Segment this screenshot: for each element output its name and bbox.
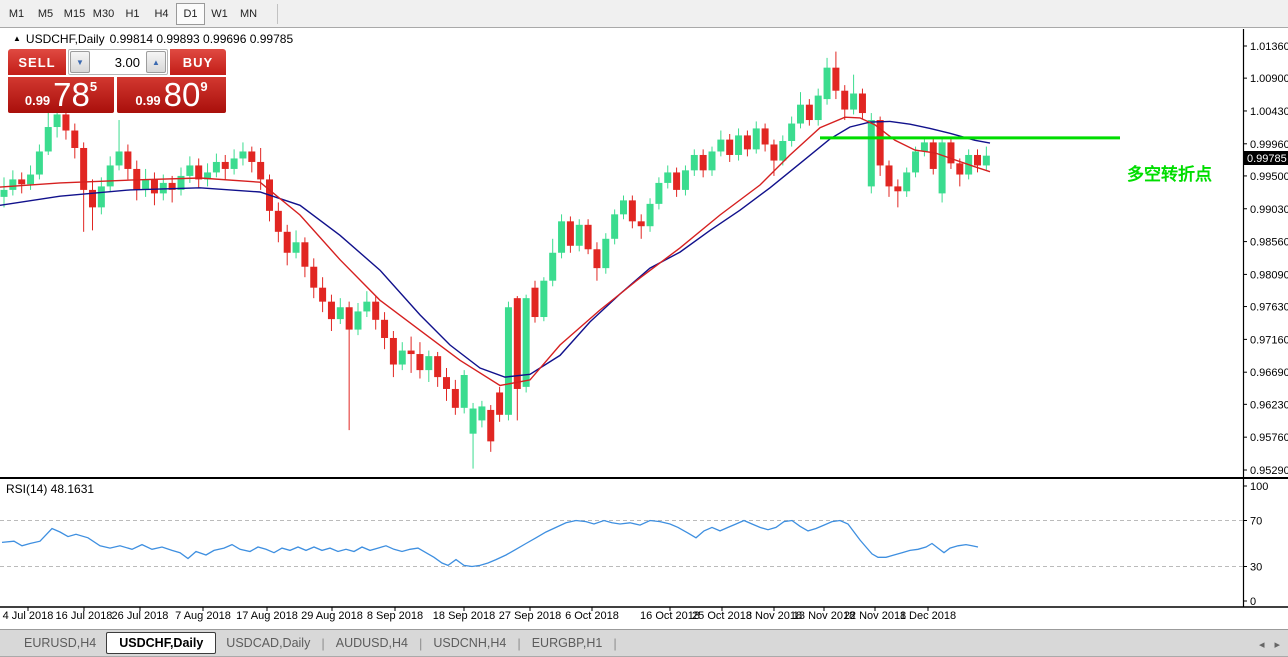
timeframe-m5[interactable]: M5: [31, 3, 60, 25]
toolbar-separator: [277, 4, 278, 24]
tab-separator: |: [613, 636, 616, 651]
price-chart-svg[interactable]: 1.013601.009001.004300.999600.995000.990…: [0, 28, 1288, 629]
svg-text:100: 100: [1250, 481, 1268, 493]
chart-symbol-period: USDCHF,Daily: [26, 32, 105, 46]
chart-ohlc-values: 0.99814 0.99893 0.99696 0.99785: [110, 32, 294, 46]
sell-button[interactable]: SELL: [8, 49, 66, 75]
svg-text:30: 30: [1250, 562, 1262, 574]
tab-usdcnh-h4[interactable]: USDCNH,H4: [423, 632, 516, 654]
date-axis: 4 Jul 201816 Jul 201826 Jul 2018 7 Aug 20…: [3, 607, 957, 622]
lot-decrease-button[interactable]: ▼: [70, 51, 90, 73]
tab-scroll-left-icon[interactable]: ◂: [1259, 638, 1265, 651]
svg-text:0.98560: 0.98560: [1250, 237, 1288, 249]
buy-price-small: 0.99: [135, 93, 160, 108]
collapse-triangle-icon[interactable]: ▲: [13, 34, 21, 43]
tab-audusd-h4[interactable]: AUDUSD,H4: [326, 632, 418, 654]
svg-text:70: 70: [1250, 516, 1262, 528]
svg-text:0.96230: 0.96230: [1250, 399, 1288, 411]
rsi-indicator-label: RSI(14) 48.1631: [6, 482, 94, 496]
annotation-text[interactable]: 多空转折点: [1127, 160, 1212, 185]
svg-text:0.96690: 0.96690: [1250, 367, 1288, 379]
timeframe-w1[interactable]: W1: [205, 3, 234, 25]
chart-tabbar: EURUSD,H4USDCHF,DailyUSDCAD,Daily|AUDUSD…: [0, 629, 1288, 657]
mt4-window: M1M5M15M30H1H4D1W1MN 1.01360 1.00900 1.004…: [0, 0, 1288, 657]
svg-text:25 Oct 2018: 25 Oct 2018: [692, 610, 752, 622]
timeframe-d1[interactable]: D1: [176, 3, 205, 25]
svg-text:0: 0: [1250, 596, 1256, 608]
tab-usdchf-daily[interactable]: USDCHF,Daily: [106, 632, 216, 654]
svg-text:1.00900: 1.00900: [1250, 73, 1288, 85]
tab-usdcad-daily[interactable]: USDCAD,Daily: [216, 632, 320, 654]
svg-text:18 Sep 2018: 18 Sep 2018: [433, 610, 495, 622]
svg-text:22 Nov 2018: 22 Nov 2018: [844, 610, 906, 622]
timeframe-m30[interactable]: M30: [89, 3, 118, 25]
tab-scroll-right-icon[interactable]: ▸: [1274, 638, 1280, 651]
buy-price-sup: 9: [200, 79, 207, 94]
lot-size-input[interactable]: [91, 51, 145, 73]
timeframe-toolbar: M1M5M15M30H1H4D1W1MN: [0, 0, 1288, 28]
timeframe-h4[interactable]: H4: [147, 3, 176, 25]
svg-text:0.99785: 0.99785: [1247, 153, 1287, 165]
svg-text:7 Aug 2018: 7 Aug 2018: [175, 610, 231, 622]
lot-size-spinner: ▼ ▲: [68, 49, 168, 75]
sell-price-box[interactable]: 0.99 78 5: [8, 77, 114, 113]
svg-text:0.95290: 0.95290: [1250, 465, 1288, 477]
svg-text:0.99960: 0.99960: [1250, 139, 1288, 151]
svg-text:29 Aug 2018: 29 Aug 2018: [301, 610, 363, 622]
buy-button[interactable]: BUY: [170, 49, 226, 75]
tab-eurgbp-h1[interactable]: EURGBP,H1: [522, 632, 613, 654]
svg-text:16 Jul 2018: 16 Jul 2018: [56, 610, 113, 622]
svg-text:4 Jul 2018: 4 Jul 2018: [3, 610, 54, 622]
tab-separator: |: [517, 636, 520, 651]
tab-scroll-arrows: ◂ ▸: [1259, 630, 1280, 657]
lot-increase-button[interactable]: ▲: [146, 51, 166, 73]
sell-price-small: 0.99: [25, 93, 50, 108]
svg-text:0.95760: 0.95760: [1250, 432, 1288, 444]
buy-price-box[interactable]: 0.99 80 9: [117, 77, 226, 113]
svg-text:0.99500: 0.99500: [1250, 171, 1288, 183]
svg-text:0.97630: 0.97630: [1250, 302, 1288, 314]
timeframe-mn[interactable]: MN: [234, 3, 263, 25]
svg-text:16 Oct 2018: 16 Oct 2018: [640, 610, 700, 622]
svg-text:27 Sep 2018: 27 Sep 2018: [499, 610, 561, 622]
sell-price-sup: 5: [90, 79, 97, 94]
tab-separator: |: [419, 636, 422, 651]
svg-text:1 Dec 2018: 1 Dec 2018: [900, 610, 956, 622]
svg-text:26 Jul 2018: 26 Jul 2018: [112, 610, 169, 622]
tab-separator: |: [321, 636, 324, 651]
svg-text:17 Aug 2018: 17 Aug 2018: [236, 610, 298, 622]
tab-eurusd-h4[interactable]: EURUSD,H4: [14, 632, 106, 654]
svg-text:1.01360: 1.01360: [1250, 41, 1288, 53]
one-click-trade-panel: SELL ▼ ▲ BUY 0.99 78 5 0.99 80 9: [8, 49, 226, 113]
timeframe-m15[interactable]: M15: [60, 3, 89, 25]
timeframe-m1[interactable]: M1: [2, 3, 31, 25]
svg-text:1.00430: 1.00430: [1250, 106, 1288, 118]
timeframe-h1[interactable]: H1: [118, 3, 147, 25]
svg-text:6 Oct 2018: 6 Oct 2018: [565, 610, 619, 622]
svg-text:0.97160: 0.97160: [1250, 334, 1288, 346]
chart-title: ▲ USDCHF,Daily 0.99814 0.99893 0.99696 0…: [13, 32, 293, 46]
buy-price-big: 80: [164, 78, 201, 112]
svg-text:0.98090: 0.98090: [1250, 269, 1288, 281]
svg-text:0.99030: 0.99030: [1250, 204, 1288, 216]
sell-price-big: 78: [53, 78, 90, 112]
svg-text:8 Sep 2018: 8 Sep 2018: [367, 610, 423, 622]
